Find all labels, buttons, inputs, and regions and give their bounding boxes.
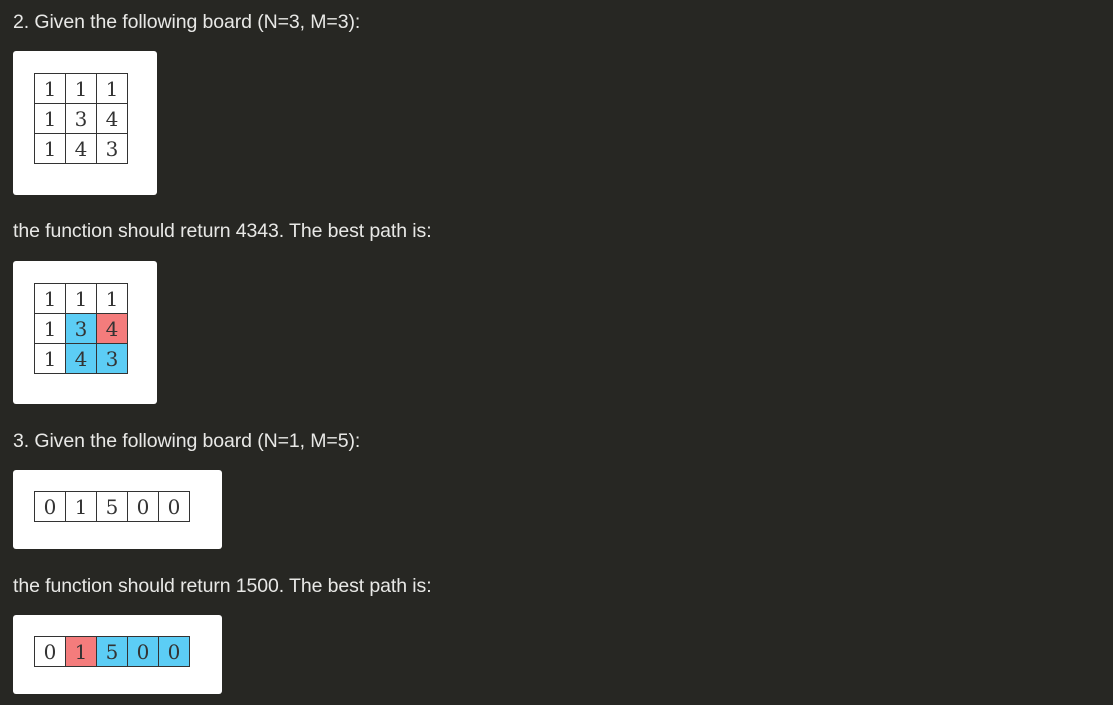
best-path-image-card: 0 1 5 0 0	[13, 615, 222, 694]
board-row: 1 1 1	[34, 283, 128, 314]
board-cell: 3	[65, 313, 97, 344]
board-cell: 0	[158, 491, 190, 522]
board-cell: 0	[127, 491, 159, 522]
board-cell: 1	[34, 343, 66, 374]
board-cell: 1	[65, 73, 97, 104]
board-grid: 0 1 5 0 0	[34, 491, 190, 522]
board-cell: 1	[34, 133, 66, 164]
board-image-card: 0 1 5 0 0	[13, 470, 222, 549]
best-path-image-card: 1 1 1 1 3 4 1 4 3	[13, 261, 157, 404]
board-row: 1 1 1	[34, 73, 128, 104]
board-row: 1 4 3	[34, 133, 128, 164]
board-cell: 1	[96, 283, 128, 314]
board-cell: 0	[34, 636, 66, 667]
example-2-result-text: the function should return 4343. The bes…	[13, 220, 432, 242]
board-row: 1 4 3	[34, 343, 128, 374]
board-cell: 3	[65, 103, 97, 134]
example-2-heading: 2. Given the following board (N=3, M=3):	[13, 11, 361, 33]
board-cell: 1	[65, 283, 97, 314]
board-image-card: 1 1 1 1 3 4 1 4 3	[13, 51, 157, 195]
example-3-heading: 3. Given the following board (N=1, M=5):	[13, 430, 361, 452]
board-grid: 1 1 1 1 3 4 1 4 3	[34, 73, 128, 164]
board-row: 0 1 5 0 0	[34, 491, 190, 522]
board-cell: 5	[96, 636, 128, 667]
board-cell: 1	[34, 73, 66, 104]
board-cell: 1	[65, 491, 97, 522]
board-cell: 1	[34, 103, 66, 134]
board-cell: 3	[96, 133, 128, 164]
best-path-grid: 0 1 5 0 0	[34, 636, 190, 667]
board-cell: 4	[96, 313, 128, 344]
board-cell: 1	[34, 313, 66, 344]
board-cell: 4	[65, 343, 97, 374]
board-row: 1 3 4	[34, 313, 128, 344]
board-cell: 0	[34, 491, 66, 522]
board-cell: 3	[96, 343, 128, 374]
best-path-grid: 1 1 1 1 3 4 1 4 3	[34, 283, 128, 374]
board-row: 1 3 4	[34, 103, 128, 134]
board-cell: 0	[127, 636, 159, 667]
board-cell: 1	[96, 73, 128, 104]
board-cell: 4	[65, 133, 97, 164]
board-row: 0 1 5 0 0	[34, 636, 190, 667]
board-cell: 1	[65, 636, 97, 667]
board-cell: 1	[34, 283, 66, 314]
board-cell: 0	[158, 636, 190, 667]
board-cell: 5	[96, 491, 128, 522]
board-cell: 4	[96, 103, 128, 134]
example-3-result-text: the function should return 1500. The bes…	[13, 575, 432, 597]
